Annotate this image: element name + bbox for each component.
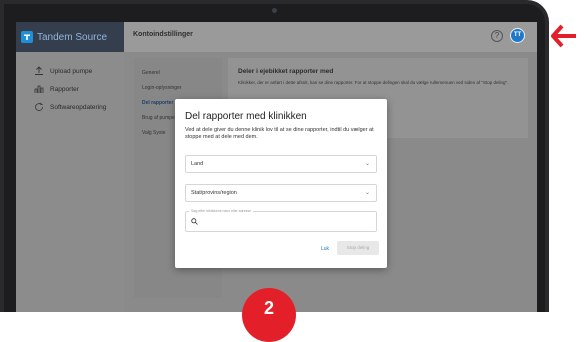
sidebar-item-label: Upload pumpe (50, 67, 93, 75)
sidebar-item-software[interactable]: Softwareopdatering (34, 102, 106, 112)
search-icon (191, 218, 198, 227)
chevron-down-icon: ⌄ (364, 190, 370, 196)
sidebar-item-label: Softwareopdatering (50, 103, 107, 111)
pointer-arrow-icon (551, 24, 576, 48)
top-bar: Tandem Source Kontoindstillinger ? TT (16, 22, 537, 52)
state-select[interactable]: Stat/provins/region ⌄ (185, 184, 377, 202)
subnav-item-system[interactable]: Valg Syste (142, 130, 166, 136)
clinic-search-input[interactable]: Søg efter klinikkens navn eller adresse (185, 209, 377, 232)
bar-chart-icon (34, 84, 44, 94)
sidebar-item-label: Rapporter (50, 85, 79, 93)
camera-dot (272, 8, 277, 13)
panel-text: Klinikker, der er anført i dette afsnit,… (238, 80, 509, 85)
dialog-title: Del rapporter med klinikken (185, 111, 307, 122)
search-field-label: Søg efter klinikkens navn eller adresse (189, 209, 254, 213)
tandem-logo-icon (21, 31, 33, 43)
help-icon[interactable]: ? (491, 30, 503, 42)
brand[interactable]: Tandem Source (16, 22, 124, 52)
brand-name: Tandem Source (37, 31, 108, 43)
refresh-icon (34, 102, 44, 112)
sidebar: Upload pumpe Rapporter Softwareopdaterin… (16, 52, 124, 312)
chevron-down-icon: ⌄ (364, 161, 370, 167)
sidebar-item-reports[interactable]: Rapporter (34, 84, 79, 94)
state-select-value: Stat/provins/region (191, 190, 237, 196)
subnav-item-login[interactable]: Login-oplysninger (142, 85, 181, 91)
country-select[interactable]: Land ⌄ (185, 155, 377, 173)
country-select-value: Land (191, 161, 204, 167)
subnav-item-pump-usage[interactable]: Brug af pumpe (142, 115, 175, 121)
subnav-item-general[interactable]: Generel (142, 70, 160, 76)
subnav-item-share-reports[interactable]: Del rapporter (142, 100, 173, 106)
sidebar-item-upload[interactable]: Upload pumpe (34, 66, 92, 76)
close-button[interactable]: Luk (321, 246, 329, 252)
panel-title: Deler i ejebikket rapporter med (238, 68, 334, 75)
avatar[interactable]: TT (510, 28, 525, 43)
share-reports-dialog: Del rapporter med klinikken Ved at dele … (175, 99, 387, 268)
dialog-description: Ved at dele giver du denne klinik lov ti… (185, 127, 374, 140)
step-number-badge: 2 (242, 288, 296, 342)
stop-sharing-button[interactable]: Stop deling (337, 241, 379, 255)
upload-icon (34, 66, 44, 76)
page-title: Kontoindstillinger (133, 31, 193, 38)
